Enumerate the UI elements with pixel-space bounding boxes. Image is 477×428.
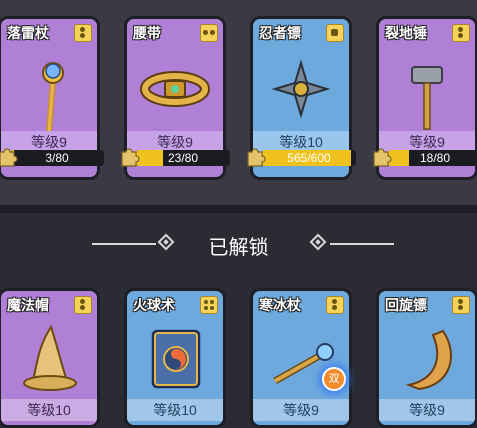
card-level: 等级9: [253, 399, 349, 421]
slot-icon: [74, 24, 92, 42]
card-name: 腰带: [133, 25, 161, 41]
unlocked-card-wizard-hat[interactable]: 魔法帽 等级10: [0, 288, 100, 428]
card-name: 寒冰杖: [259, 297, 301, 313]
unlocked-card-boomerang[interactable]: 回旋镖 等级9: [376, 288, 477, 428]
card-name: 火球术: [133, 297, 175, 313]
card-level: 等级9: [379, 399, 475, 421]
section-title: 已解锁: [208, 237, 269, 259]
slot-icon: [452, 296, 470, 314]
divider-line-right: [330, 243, 394, 245]
ice-staff-icon: [273, 343, 334, 385]
slot-icon: [452, 24, 470, 42]
progress-text: 23/80: [167, 151, 199, 165]
wizard-hat-icon: [23, 324, 77, 391]
slot-icon: [200, 296, 218, 314]
slot-icon: [326, 24, 344, 42]
slot-icon: [74, 296, 92, 314]
puzzle-piece-icon: [373, 148, 392, 167]
card-level: 等级10: [1, 399, 97, 421]
card-name: 落雷杖: [7, 25, 49, 41]
card-name: 回旋镖: [385, 297, 427, 313]
spellbook-icon: [151, 329, 201, 389]
unlocked-card-fireball[interactable]: 火球术 等级10: [124, 288, 226, 428]
slot-icon: [326, 296, 344, 314]
slot-icon: [200, 24, 218, 42]
progress-text: 3/80: [45, 151, 69, 165]
shuriken-icon: [271, 59, 331, 119]
card-name: 魔法帽: [7, 297, 49, 313]
card-name: 裂地锤: [385, 25, 427, 41]
progress-text: 18/80: [419, 151, 451, 165]
card-name: 忍者镖: [259, 25, 301, 41]
thunder-staff-icon: [42, 62, 64, 132]
progress-bar: 565/600: [262, 150, 356, 166]
unlocked-card-ice-staff[interactable]: 寒冰杖 等级9: [250, 288, 352, 428]
puzzle-piece-icon: [121, 148, 140, 167]
progress-text: 565/600: [287, 151, 331, 165]
puzzle-piece-icon: [247, 148, 266, 167]
belt-icon: [140, 71, 210, 107]
card-level: 等级10: [127, 399, 223, 421]
progress-bar: 18/80: [388, 150, 477, 166]
puzzle-piece-icon: [0, 148, 18, 167]
progress-bar: 23/80: [136, 150, 230, 166]
boomerang-icon: [405, 329, 452, 391]
progress-bar: 3/80: [10, 150, 104, 166]
hammer-icon: [411, 66, 443, 130]
dual-badge: 双: [322, 367, 346, 391]
panel-divider: [0, 205, 477, 213]
